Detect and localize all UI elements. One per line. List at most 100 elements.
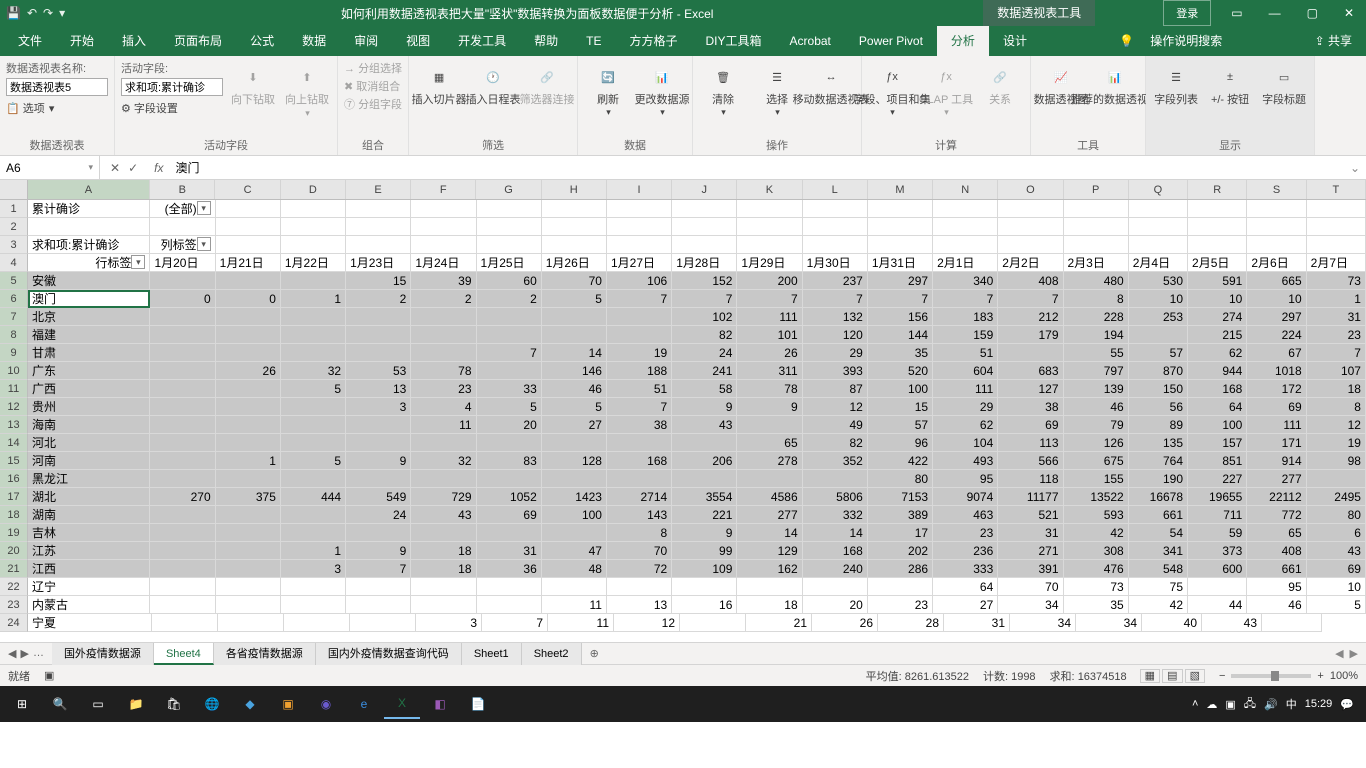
cell[interactable]: [346, 308, 411, 326]
cell[interactable]: 129: [737, 542, 802, 560]
col-header-S[interactable]: S: [1247, 180, 1306, 199]
cell[interactable]: [281, 326, 346, 344]
cell[interactable]: 5: [281, 452, 346, 470]
cell[interactable]: 海南: [28, 416, 150, 434]
cell[interactable]: [477, 200, 542, 218]
cell[interactable]: 7: [477, 344, 542, 362]
cell[interactable]: 89: [1129, 416, 1188, 434]
cell[interactable]: 23: [868, 596, 933, 614]
cell[interactable]: 548: [1129, 560, 1188, 578]
cell[interactable]: [411, 218, 476, 236]
sheet-tab-0[interactable]: 国外疫情数据源: [52, 643, 154, 665]
hscroll-right-icon[interactable]: ▶: [1350, 647, 1358, 660]
cell[interactable]: 82: [672, 326, 737, 344]
cell[interactable]: 24: [672, 344, 737, 362]
cell[interactable]: 78: [737, 380, 802, 398]
cell[interactable]: 408: [1247, 542, 1306, 560]
cell[interactable]: [411, 344, 476, 362]
cell[interactable]: 277: [1247, 470, 1306, 488]
cell[interactable]: [281, 272, 346, 290]
view-layout-icon[interactable]: ▤: [1162, 669, 1182, 683]
cell[interactable]: 2月1日: [933, 254, 998, 272]
cell[interactable]: 17: [868, 524, 933, 542]
cell[interactable]: 北京: [28, 308, 150, 326]
cell[interactable]: 67: [1247, 344, 1306, 362]
zoom-control[interactable]: − + 100%: [1219, 670, 1358, 682]
cell[interactable]: [477, 524, 542, 542]
cell[interactable]: 40: [1142, 614, 1202, 632]
col-header-N[interactable]: N: [933, 180, 998, 199]
cell[interactable]: 2: [346, 290, 411, 308]
cell[interactable]: 139: [1064, 380, 1129, 398]
cell[interactable]: 51: [933, 344, 998, 362]
cell[interactable]: 101: [737, 326, 802, 344]
cell[interactable]: 27: [933, 596, 998, 614]
cell[interactable]: [281, 578, 346, 596]
cell[interactable]: [216, 344, 281, 362]
cell[interactable]: 42: [1129, 596, 1188, 614]
cell[interactable]: [150, 560, 215, 578]
cell[interactable]: 352: [803, 452, 868, 470]
cell[interactable]: 530: [1129, 272, 1188, 290]
cell[interactable]: 155: [1064, 470, 1129, 488]
cell[interactable]: 228: [1064, 308, 1129, 326]
cell[interactable]: 944: [1188, 362, 1247, 380]
cell[interactable]: 278: [737, 452, 802, 470]
field-headers-button[interactable]: ▭字段标题: [1260, 60, 1308, 106]
cell[interactable]: 7: [346, 560, 411, 578]
cell[interactable]: 143: [607, 506, 672, 524]
cell[interactable]: 286: [868, 560, 933, 578]
cell[interactable]: 广东: [28, 362, 150, 380]
col-header-O[interactable]: O: [998, 180, 1063, 199]
cell[interactable]: 480: [1064, 272, 1129, 290]
cell[interactable]: 62: [933, 416, 998, 434]
cell[interactable]: 277: [737, 506, 802, 524]
row-header-24[interactable]: 24: [0, 614, 28, 632]
row-header-13[interactable]: 13: [0, 416, 28, 434]
cell[interactable]: 11: [411, 416, 476, 434]
cell[interactable]: [477, 218, 542, 236]
cell[interactable]: [411, 596, 476, 614]
cell[interactable]: 200: [737, 272, 802, 290]
cell[interactable]: 4: [411, 398, 476, 416]
cell[interactable]: [281, 596, 346, 614]
cell[interactable]: 476: [1064, 560, 1129, 578]
zoom-value[interactable]: 100%: [1330, 670, 1358, 682]
cell[interactable]: 14: [737, 524, 802, 542]
col-header-R[interactable]: R: [1188, 180, 1247, 199]
cell[interactable]: 2: [477, 290, 542, 308]
cell[interactable]: [216, 434, 281, 452]
cell[interactable]: [1262, 614, 1322, 632]
tray-network-icon[interactable]: 🖧: [1244, 695, 1256, 714]
cell[interactable]: 549: [346, 488, 411, 506]
cell[interactable]: 126: [1064, 434, 1129, 452]
cell[interactable]: 9: [672, 398, 737, 416]
expand-formula-icon[interactable]: ⌄: [1344, 161, 1366, 175]
cell[interactable]: 764: [1129, 452, 1188, 470]
cell[interactable]: [150, 218, 215, 236]
cell[interactable]: [477, 236, 542, 254]
cell[interactable]: 95: [1247, 578, 1306, 596]
cell[interactable]: [672, 470, 737, 488]
cell[interactable]: [803, 578, 868, 596]
cell[interactable]: [150, 380, 215, 398]
cell[interactable]: 贵州: [28, 398, 150, 416]
cell[interactable]: 2: [411, 290, 476, 308]
cell[interactable]: [411, 434, 476, 452]
cell[interactable]: [216, 272, 281, 290]
cell[interactable]: [607, 326, 672, 344]
cell[interactable]: 111: [737, 308, 802, 326]
cell[interactable]: [216, 524, 281, 542]
cell[interactable]: 870: [1129, 362, 1188, 380]
cell[interactable]: [607, 578, 672, 596]
cell[interactable]: 240: [803, 560, 868, 578]
cell[interactable]: [542, 524, 607, 542]
login-button[interactable]: 登录: [1163, 0, 1211, 26]
cell[interactable]: [150, 398, 215, 416]
cell[interactable]: [216, 200, 281, 218]
cell[interactable]: 422: [868, 452, 933, 470]
cell[interactable]: 7: [803, 290, 868, 308]
cell[interactable]: 1月24日: [411, 254, 476, 272]
cell[interactable]: [150, 308, 215, 326]
cell[interactable]: 70: [607, 542, 672, 560]
